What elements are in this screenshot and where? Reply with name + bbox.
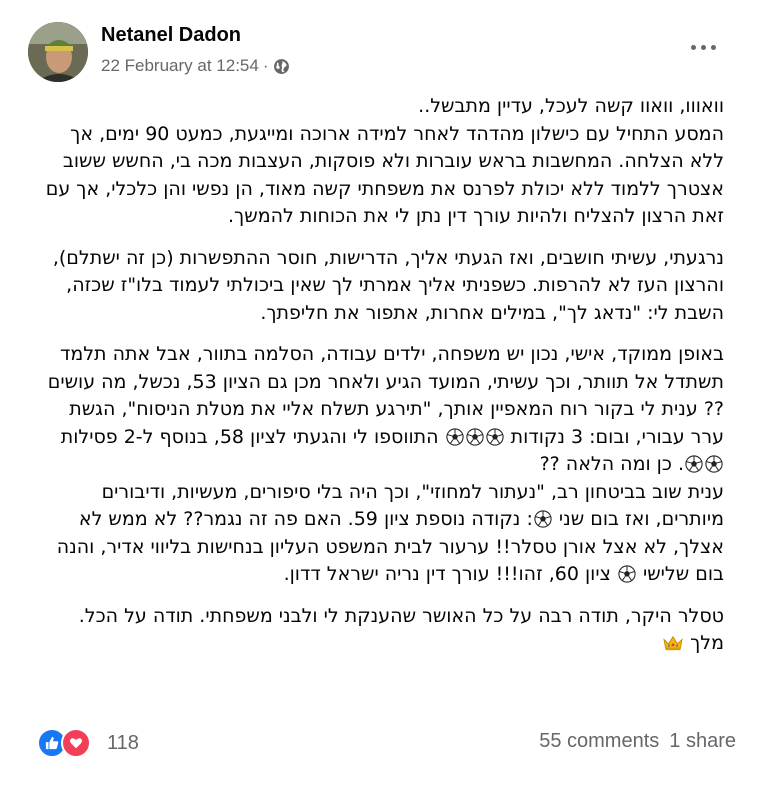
soccer-ball-icon <box>465 427 484 446</box>
soccer-ball-icon <box>705 455 723 473</box>
author-name[interactable]: Netanel Dadon <box>101 24 241 47</box>
post-text: ציון 60, זהו!!! עורך דין נריה ישראל דדון… <box>283 563 617 585</box>
soccer-ball-icon <box>534 510 552 528</box>
reactions-count: 118 <box>107 731 139 754</box>
post-paragraph: נרגעתי, עשיתי חושבים, ואז הגעתי אליך, הד… <box>40 245 724 328</box>
post-text: התווספו לי והגעתי לציון 58, בנוסף ל-2 פס… <box>60 425 445 448</box>
post-footer: 118 55 comments 1 share <box>0 726 764 760</box>
reactions-summary[interactable]: 118 <box>37 728 139 758</box>
more-dot <box>710 44 716 50</box>
post-text: מלך <box>684 632 724 654</box>
post-timestamp[interactable]: 22 February at 12:54 <box>101 56 259 76</box>
post-body: וואווו, וואוו קשה לעכל, עדיין מתבשל.. המס… <box>40 93 724 672</box>
meta-separator: · <box>262 56 269 75</box>
post-text: נרגעתי, עשיתי חושבים, ואז הגעתי אליך, הד… <box>52 246 724 324</box>
post-text: וואווו, וואוו קשה לעכל, עדיין מתבשל.. <box>418 95 724 117</box>
post-paragraph: טסלר היקר, תודה רבה על כל האושר שהענקת ל… <box>40 603 724 658</box>
more-options-button[interactable] <box>683 33 723 61</box>
avatar[interactable] <box>28 22 88 82</box>
post-paragraph: באופן ממוקד, אישי, נכון יש משפחה, ילדים … <box>40 341 724 589</box>
love-reaction-icon <box>61 728 91 758</box>
more-dot <box>700 44 706 50</box>
more-horizontal-icon <box>690 44 696 50</box>
post-text: המסע התחיל עם כישלון מהדהד לאחר למידה אר… <box>45 122 724 228</box>
soccer-ball-icon <box>618 565 636 583</box>
shares-count-link[interactable]: 1 share <box>669 730 736 753</box>
profile-photo-icon <box>28 22 88 82</box>
soccer-ball-icon <box>685 455 703 473</box>
soccer-ball-icon <box>485 427 504 446</box>
globe-icon[interactable] <box>273 58 290 75</box>
post-text: טסלר היקר, תודה רבה על כל האושר שהענקת ל… <box>78 604 724 627</box>
crown-icon <box>663 635 683 651</box>
post-text: . כן ומה הלאה ?? <box>539 453 684 475</box>
post-stats: 55 comments 1 share <box>539 730 736 753</box>
post-header: Netanel Dadon 22 February at 12:54 · <box>0 0 764 90</box>
soccer-ball-icon <box>445 427 464 446</box>
post-meta: 22 February at 12:54 · <box>101 56 290 76</box>
post-paragraph: וואווו, וואוו קשה לעכל, עדיין מתבשל.. המס… <box>40 93 724 231</box>
comments-count-link[interactable]: 55 comments <box>539 730 659 753</box>
